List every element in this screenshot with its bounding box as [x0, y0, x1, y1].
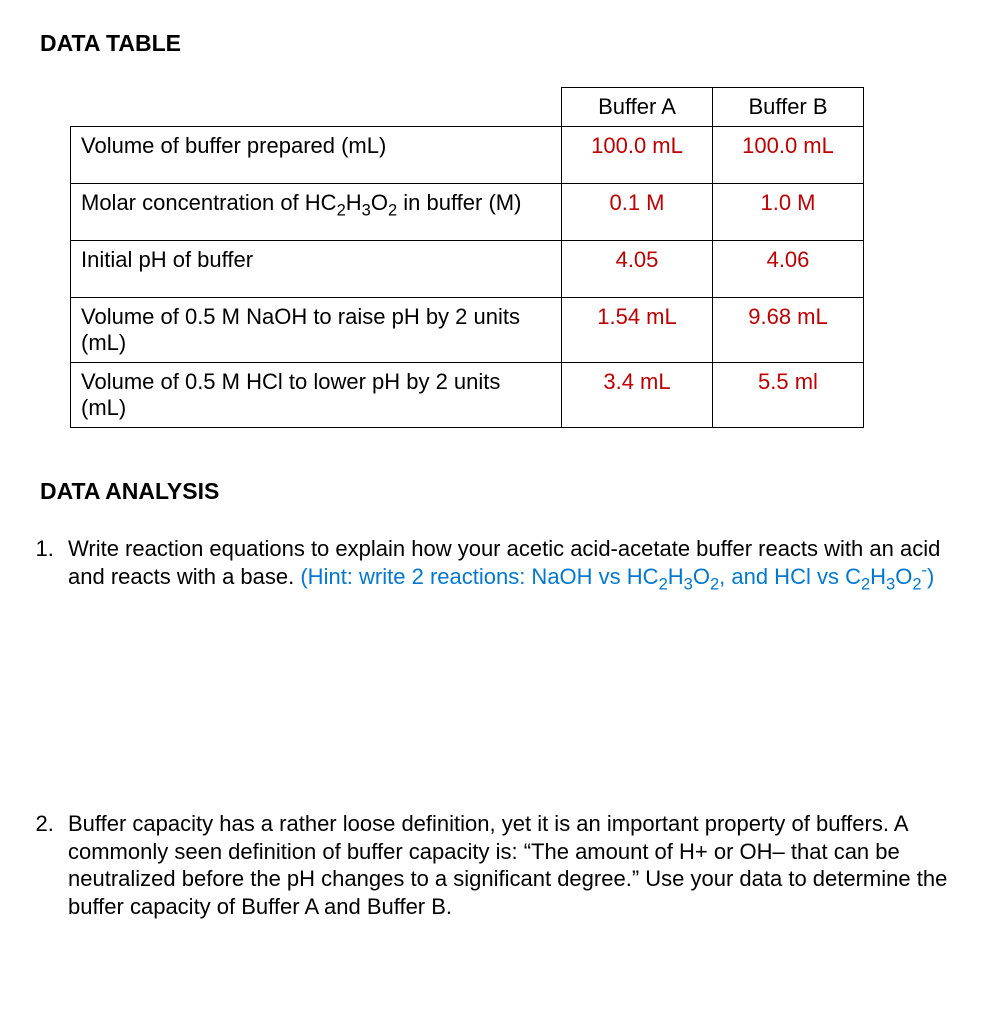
table-header-row: Buffer A Buffer B	[71, 88, 864, 127]
cell-value: 4.05	[562, 241, 713, 298]
q1-hint: (Hint: write 2 reactions: NaOH vs HC2H3O…	[300, 564, 934, 589]
col-buffer-a: Buffer A	[562, 88, 713, 127]
subscript: 2	[337, 201, 346, 219]
col-buffer-b: Buffer B	[713, 88, 864, 127]
table-row: Molar concentration of HC2H3O2 in buffer…	[71, 184, 864, 241]
question-list: Write reaction equations to explain how …	[60, 535, 968, 920]
table-row: Volume of 0.5 M HCl to lower pH by 2 uni…	[71, 363, 864, 428]
heading-data-analysis: DATA ANALYSIS	[40, 478, 968, 505]
question-1: Write reaction equations to explain how …	[60, 535, 968, 590]
row-label: Volume of 0.5 M HCl to lower pH by 2 uni…	[71, 363, 562, 428]
table-row: Volume of buffer prepared (mL) 100.0 mL …	[71, 127, 864, 184]
subscript: 2	[912, 575, 921, 593]
data-table: Buffer A Buffer B Volume of buffer prepa…	[70, 87, 864, 428]
subscript: 2	[710, 575, 719, 593]
cell-value: 1.0 M	[713, 184, 864, 241]
heading-data-table: DATA TABLE	[40, 30, 968, 57]
subscript: 3	[886, 575, 895, 593]
cell-value: 5.5 ml	[713, 363, 864, 428]
question-2: Buffer capacity has a rather loose defin…	[60, 810, 968, 920]
hint-pre: (Hint: write 2 reactions: NaOH vs HC	[300, 564, 658, 589]
table-row: Initial pH of buffer 4.05 4.06	[71, 241, 864, 298]
cell-value: 100.0 mL	[562, 127, 713, 184]
cell-value: 0.1 M	[562, 184, 713, 241]
label-pre: Molar concentration of HC	[81, 190, 337, 215]
hint-post: )	[927, 564, 934, 589]
empty-header	[71, 88, 562, 127]
row-label: Volume of 0.5 M NaOH to raise pH by 2 un…	[71, 298, 562, 363]
row-label: Volume of buffer prepared (mL)	[71, 127, 562, 184]
subscript: 2	[659, 575, 668, 593]
row-label: Initial pH of buffer	[71, 241, 562, 298]
hint-mid: , and HCl vs C	[719, 564, 861, 589]
cell-value: 4.06	[713, 241, 864, 298]
row-label: Molar concentration of HC2H3O2 in buffer…	[71, 184, 562, 241]
cell-value: 1.54 mL	[562, 298, 713, 363]
cell-value: 3.4 mL	[562, 363, 713, 428]
table-row: Volume of 0.5 M NaOH to raise pH by 2 un…	[71, 298, 864, 363]
subscript: 2	[861, 575, 870, 593]
subscript: 2	[388, 201, 397, 219]
subscript: 3	[684, 575, 693, 593]
label-post: in buffer (M)	[397, 190, 521, 215]
cell-value: 100.0 mL	[713, 127, 864, 184]
subscript: 3	[362, 201, 371, 219]
cell-value: 9.68 mL	[713, 298, 864, 363]
